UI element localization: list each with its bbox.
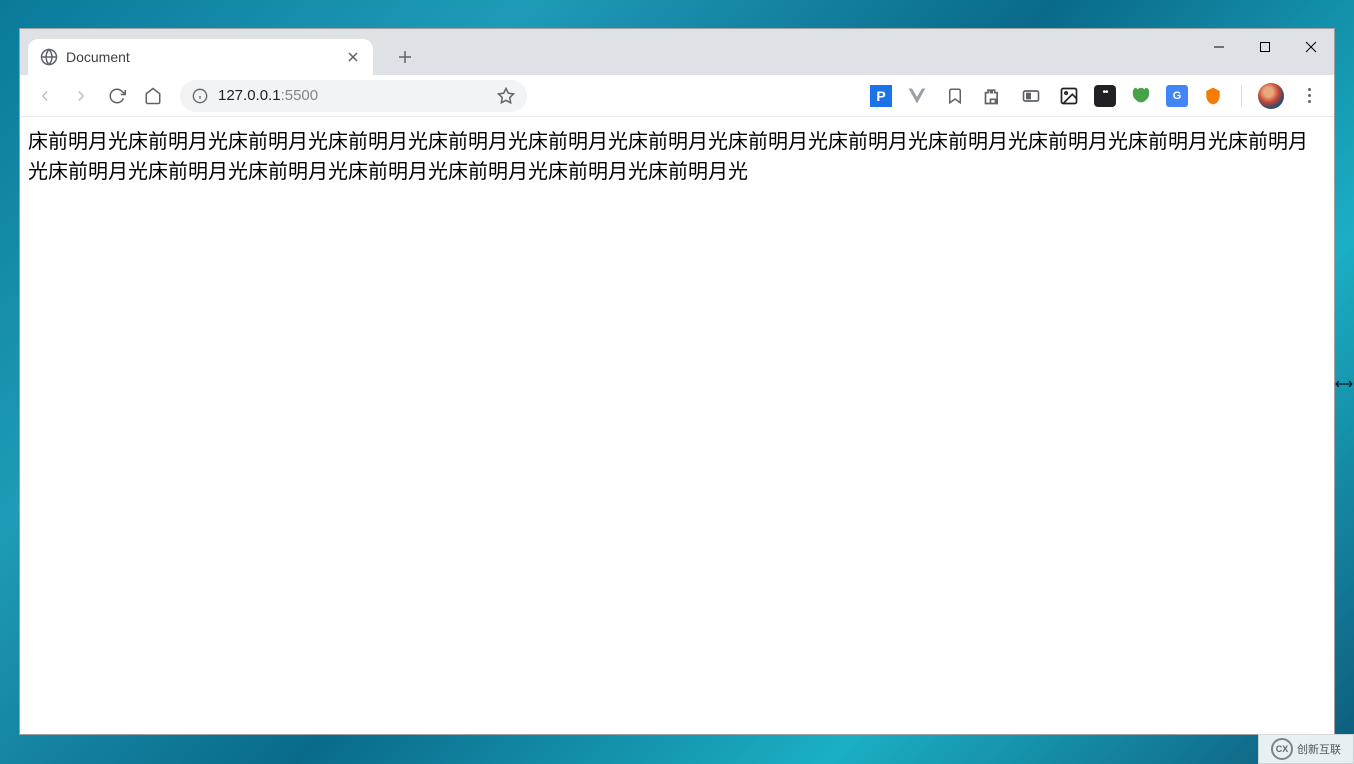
browser-menu-button[interactable] xyxy=(1294,81,1324,111)
minimize-button[interactable] xyxy=(1196,29,1242,65)
back-button[interactable] xyxy=(30,81,60,111)
close-window-button[interactable] xyxy=(1288,29,1334,65)
browser-toolbar: 127.0.0.1:5500 P •• G xyxy=(20,75,1334,117)
profile-avatar[interactable] xyxy=(1258,83,1284,109)
home-button[interactable] xyxy=(138,81,168,111)
extension-video-icon[interactable] xyxy=(1018,83,1044,109)
watermark: CX 创新互联 xyxy=(1258,734,1354,764)
extension-image-icon[interactable] xyxy=(1056,83,1082,109)
page-content: 床前明月光床前明月光床前明月光床前明月光床前明月光床前明月光床前明月光床前明月光… xyxy=(20,117,1334,734)
extension-p-icon[interactable]: P xyxy=(870,85,892,107)
extension-dots-icon[interactable]: •• xyxy=(1094,85,1116,107)
extension-castle-icon[interactable] xyxy=(980,83,1006,109)
forward-button[interactable] xyxy=(66,81,96,111)
extension-shield-icon[interactable] xyxy=(1200,83,1226,109)
toolbar-divider xyxy=(1241,85,1242,107)
tab-strip: Document xyxy=(20,29,1334,75)
extension-vue-icon[interactable] xyxy=(904,83,930,109)
maximize-button[interactable] xyxy=(1242,29,1288,65)
resize-cursor-icon xyxy=(1334,376,1354,392)
close-tab-button[interactable] xyxy=(345,49,361,65)
window-controls xyxy=(1196,29,1334,65)
browser-tab[interactable]: Document xyxy=(28,39,373,75)
address-bar[interactable]: 127.0.0.1:5500 xyxy=(180,80,527,112)
extension-translate-icon[interactable]: G xyxy=(1166,85,1188,107)
watermark-text: 创新互联 xyxy=(1297,741,1341,757)
extension-evernote-icon[interactable] xyxy=(1128,83,1154,109)
watermark-logo-icon: CX xyxy=(1271,738,1293,760)
extension-bookmark-icon[interactable] xyxy=(942,83,968,109)
bookmark-star-icon[interactable] xyxy=(497,87,515,105)
tab-title: Document xyxy=(66,49,337,65)
globe-icon xyxy=(40,48,58,66)
site-info-icon[interactable] xyxy=(192,88,208,104)
body-text: 床前明月光床前明月光床前明月光床前明月光床前明月光床前明月光床前明月光床前明月光… xyxy=(28,127,1326,187)
new-tab-button[interactable] xyxy=(391,43,419,71)
url-text: 127.0.0.1:5500 xyxy=(218,87,487,104)
browser-window: Document xyxy=(19,28,1335,735)
reload-button[interactable] xyxy=(102,81,132,111)
